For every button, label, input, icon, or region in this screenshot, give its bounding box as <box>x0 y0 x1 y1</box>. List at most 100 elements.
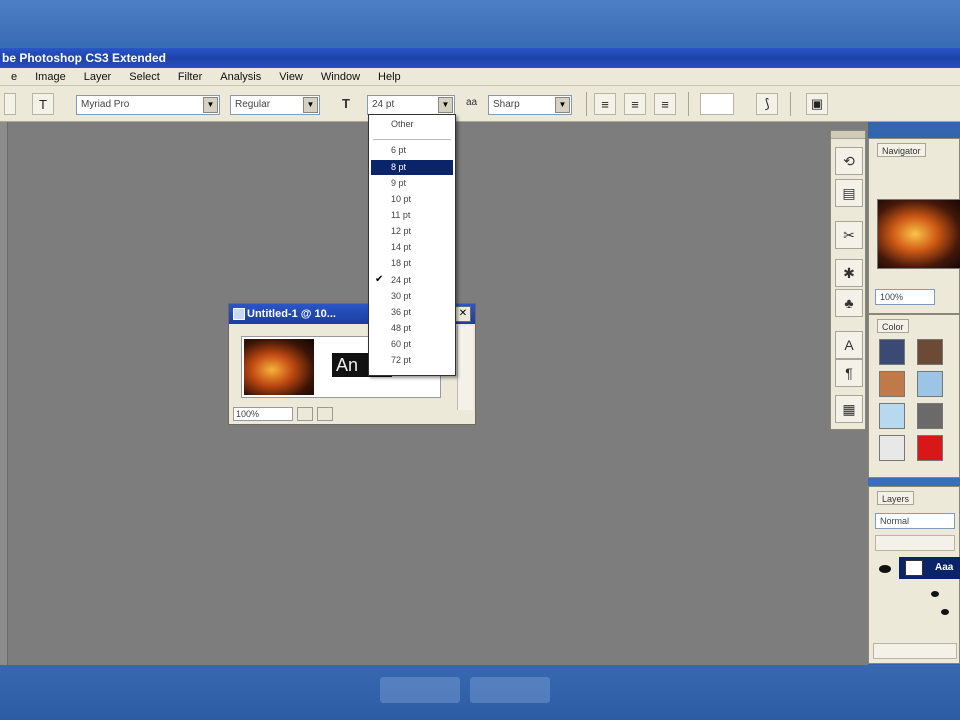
options-bar: T Myriad Pro ▼ Regular ▼ T 24 pt ▼ aa Sh… <box>0 86 960 122</box>
brushes-button[interactable]: ✱ <box>835 259 863 287</box>
document-icon <box>233 308 245 320</box>
swatch[interactable] <box>917 371 943 397</box>
font-family-select[interactable]: Myriad Pro ▼ <box>76 95 220 115</box>
eye-icon[interactable] <box>879 565 891 573</box>
clone-source-button[interactable]: ♣ <box>835 289 863 317</box>
brush-icon: ✱ <box>843 264 855 281</box>
align-left-icon: ≡ <box>601 96 609 112</box>
navigator-palette: Navigator 100% <box>868 138 960 314</box>
dropdown-item[interactable]: 30 pt <box>371 289 453 304</box>
lock-buttons[interactable] <box>875 535 955 551</box>
chevron-down-icon[interactable]: ▼ <box>555 97 570 113</box>
swatch[interactable] <box>917 403 943 429</box>
font-size-dropdown[interactable]: Other 6 pt 8 pt 9 pt 10 pt 11 pt 12 pt 1… <box>368 114 456 376</box>
taskbar-item[interactable] <box>380 677 460 703</box>
dropdown-item[interactable]: 48 pt <box>371 321 453 336</box>
navigator-zoom-field[interactable]: 100% <box>875 289 935 305</box>
status-menu-button[interactable] <box>297 407 313 421</box>
type-tool-icon: T <box>39 96 47 112</box>
divider <box>688 92 689 116</box>
history-icon: ⟲ <box>843 152 855 169</box>
layer-comps-icon: ▦ <box>842 400 856 417</box>
history-button[interactable]: ⟲ <box>835 147 863 175</box>
font-size-icon: T <box>342 96 350 111</box>
tool-preset-picker[interactable]: T <box>32 93 54 115</box>
palette-dock: ⟲ ▤ ✂ ✱ ♣ A ¶ ▦ <box>830 130 866 430</box>
character-icon: A <box>844 337 854 353</box>
taskbar-item[interactable] <box>470 677 550 703</box>
options-grip <box>4 93 16 115</box>
dropdown-item[interactable]: 9 pt <box>371 176 453 191</box>
character-button[interactable]: A <box>835 331 863 359</box>
font-size-value: 24 pt <box>372 99 395 110</box>
menu-analysis[interactable]: Analysis <box>211 71 270 83</box>
layer-name: Aaa <box>935 562 954 573</box>
font-style-select[interactable]: Regular ▼ <box>230 95 320 115</box>
layer-comps-button[interactable]: ▦ <box>835 395 863 423</box>
eye-icon[interactable] <box>931 591 939 597</box>
dropdown-item[interactable]: 11 pt <box>371 208 453 223</box>
chevron-down-icon[interactable]: ▼ <box>203 97 218 113</box>
document-title: Untitled-1 @ 10... <box>247 308 336 320</box>
actions-button[interactable]: ▤ <box>835 179 863 207</box>
character-palette-button[interactable]: ▣ <box>806 93 828 115</box>
tab-color[interactable]: Color <box>877 319 909 333</box>
divider <box>586 92 587 116</box>
dropdown-item[interactable]: 14 pt <box>371 240 453 255</box>
layers-footer[interactable] <box>873 643 957 659</box>
antialias-icon: aa <box>466 97 478 108</box>
navigator-thumbnail[interactable] <box>877 199 960 269</box>
font-style-value: Regular <box>235 99 271 110</box>
menu-help[interactable]: Help <box>369 71 410 83</box>
dock-grip[interactable] <box>831 131 865 139</box>
scroll-left-button[interactable] <box>317 407 333 421</box>
dropdown-item[interactable]: 60 pt <box>371 337 453 352</box>
swatch[interactable] <box>879 371 905 397</box>
chevron-down-icon[interactable]: ▼ <box>438 97 453 113</box>
tool-presets-button[interactable]: ✂ <box>835 221 863 249</box>
tab-navigator[interactable]: Navigator <box>877 143 926 157</box>
close-icon[interactable]: ✕ <box>455 306 471 322</box>
align-center-button[interactable]: ≡ <box>624 93 646 115</box>
align-right-button[interactable]: ≡ <box>654 93 676 115</box>
menu-image[interactable]: Image <box>26 71 75 83</box>
menu-select[interactable]: Select <box>120 71 169 83</box>
menu-edit[interactable]: e <box>2 71 26 83</box>
flame-image <box>244 339 314 395</box>
tab-layers[interactable]: Layers <box>877 491 915 505</box>
warp-text-button[interactable]: ⟆ <box>756 93 778 115</box>
font-size-select[interactable]: 24 pt ▼ <box>367 95 455 115</box>
menu-view[interactable]: View <box>270 71 312 83</box>
menu-window[interactable]: Window <box>312 71 369 83</box>
dropdown-item[interactable]: 10 pt <box>371 192 453 207</box>
eye-icon[interactable] <box>941 609 949 615</box>
antialias-select[interactable]: Sharp ▼ <box>488 95 572 115</box>
menu-filter[interactable]: Filter <box>169 71 211 83</box>
antialias-value: Sharp <box>493 99 520 110</box>
palette-toggle-icon: ▣ <box>810 96 824 111</box>
dropdown-item[interactable]: 6 pt <box>371 143 453 158</box>
align-left-button[interactable]: ≡ <box>594 93 616 115</box>
swatch[interactable] <box>879 339 905 365</box>
dropdown-item[interactable]: 18 pt <box>371 256 453 271</box>
swatch[interactable] <box>917 435 943 461</box>
text-color-swatch[interactable] <box>700 93 734 115</box>
swatch[interactable] <box>917 339 943 365</box>
swatch[interactable] <box>879 435 905 461</box>
layers-palette: Layers Normal Aaa <box>868 486 960 664</box>
swatch[interactable] <box>879 403 905 429</box>
type-layer-icon <box>905 560 923 576</box>
blend-mode-select[interactable]: Normal <box>875 513 955 529</box>
vertical-scrollbar[interactable] <box>457 326 473 410</box>
dropdown-item-highlighted[interactable]: 8 pt <box>371 160 453 175</box>
menu-layer[interactable]: Layer <box>75 71 121 83</box>
paragraph-button[interactable]: ¶ <box>835 359 863 387</box>
dropdown-item[interactable]: 12 pt <box>371 224 453 239</box>
app-title: be Photoshop CS3 Extended <box>2 51 167 65</box>
zoom-field[interactable]: 100% <box>233 407 293 421</box>
dropdown-item[interactable]: 72 pt <box>371 353 453 368</box>
align-right-icon: ≡ <box>661 96 669 112</box>
dropdown-item[interactable]: 36 pt <box>371 305 453 320</box>
dropdown-item[interactable]: Other <box>371 117 453 132</box>
chevron-down-icon[interactable]: ▼ <box>303 97 318 113</box>
